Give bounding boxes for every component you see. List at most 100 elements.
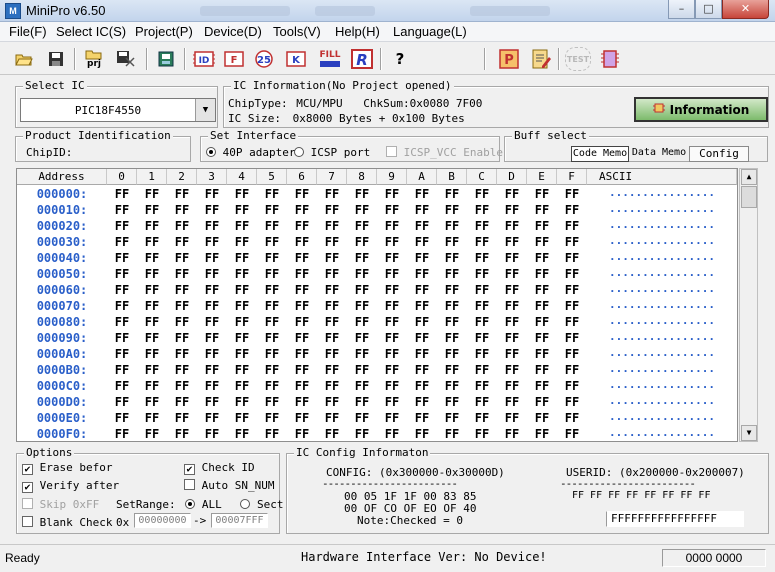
- byte-cell[interactable]: FF: [347, 394, 377, 410]
- byte-cell[interactable]: FF: [527, 186, 557, 202]
- fill-icon[interactable]: FILL: [316, 47, 344, 71]
- byte-cell[interactable]: FF: [287, 426, 317, 441]
- byte-cell[interactable]: FF: [287, 362, 317, 378]
- byte-cell[interactable]: FF: [377, 346, 407, 362]
- byte-cell[interactable]: FF: [527, 250, 557, 266]
- byte-cell[interactable]: FF: [227, 362, 257, 378]
- byte-cell[interactable]: FF: [347, 362, 377, 378]
- byte-cell[interactable]: FF: [347, 410, 377, 426]
- interface-icsp-option[interactable]: ICSP port: [294, 146, 370, 159]
- byte-cell[interactable]: FF: [287, 234, 317, 250]
- byte-cell[interactable]: FF: [287, 346, 317, 362]
- table-row[interactable]: 0000B0: FF FF FF FF FF FF FF FF FF FF FF FF FF FF FF FF.…: [17, 362, 737, 378]
- byte-cell[interactable]: FF: [257, 202, 287, 218]
- byte-cell[interactable]: FF: [527, 362, 557, 378]
- byte-cell[interactable]: FF: [557, 330, 587, 346]
- byte-cell[interactable]: FF: [107, 234, 137, 250]
- vertical-scrollbar[interactable]: ▲ ▼: [739, 168, 758, 442]
- byte-cell[interactable]: FF: [227, 186, 257, 202]
- byte-cell[interactable]: FF: [287, 218, 317, 234]
- byte-cell[interactable]: FF: [167, 346, 197, 362]
- byte-cell[interactable]: FF: [467, 186, 497, 202]
- byte-cell[interactable]: FF: [407, 250, 437, 266]
- byte-cell[interactable]: FF: [107, 218, 137, 234]
- config-tab[interactable]: Config: [689, 146, 749, 162]
- icsp-vcc-checkbox[interactable]: ICSP_VCC Enable: [386, 146, 503, 159]
- checkbox[interactable]: [386, 146, 397, 157]
- table-row[interactable]: 000090: FF FF FF FF FF FF FF FF FF FF FF FF FF FF FF FF.…: [17, 330, 737, 346]
- minimize-button[interactable]: –: [668, 0, 695, 19]
- byte-cell[interactable]: FF: [287, 186, 317, 202]
- byte-cell[interactable]: FF: [347, 426, 377, 441]
- byte-cell[interactable]: FF: [347, 314, 377, 330]
- byte-cell[interactable]: FF: [137, 202, 167, 218]
- program-icon[interactable]: R: [350, 47, 374, 71]
- byte-cell[interactable]: FF: [137, 378, 167, 394]
- read-id-icon[interactable]: ID: [192, 47, 216, 71]
- byte-cell[interactable]: FF: [527, 410, 557, 426]
- auto-sn-checkbox[interactable]: Auto SN_NUM: [184, 479, 274, 492]
- byte-cell[interactable]: FF: [107, 186, 137, 202]
- byte-cell[interactable]: FF: [137, 266, 167, 282]
- table-row[interactable]: 000070: FF FF FF FF FF FF FF FF FF FF FF FF FF FF FF FF.…: [17, 298, 737, 314]
- byte-cell[interactable]: FF: [557, 202, 587, 218]
- byte-cell[interactable]: FF: [137, 218, 167, 234]
- byte-cell[interactable]: FF: [497, 330, 527, 346]
- table-row[interactable]: 000080: FF FF FF FF FF FF FF FF FF FF FF FF FF FF FF FF.…: [17, 314, 737, 330]
- byte-cell[interactable]: FF: [407, 362, 437, 378]
- byte-cell[interactable]: FF: [107, 426, 137, 441]
- ascii-cell[interactable]: ................: [587, 330, 737, 346]
- byte-cell[interactable]: FF: [497, 410, 527, 426]
- byte-cell[interactable]: FF: [317, 266, 347, 282]
- open-project-icon[interactable]: prj: [82, 47, 106, 71]
- ascii-cell[interactable]: ................: [587, 282, 737, 298]
- byte-cell[interactable]: FF: [137, 314, 167, 330]
- byte-cell[interactable]: FF: [467, 362, 497, 378]
- byte-cell[interactable]: FF: [437, 266, 467, 282]
- byte-cell[interactable]: FF: [317, 362, 347, 378]
- byte-cell[interactable]: FF: [197, 378, 227, 394]
- byte-cell[interactable]: FF: [467, 218, 497, 234]
- checkbox-checked[interactable]: ✔: [22, 482, 33, 493]
- byte-cell[interactable]: FF: [437, 202, 467, 218]
- ascii-cell[interactable]: ................: [587, 378, 737, 394]
- byte-cell[interactable]: FF: [197, 410, 227, 426]
- byte-cell[interactable]: FF: [347, 298, 377, 314]
- checkbox-checked[interactable]: ✔: [184, 464, 195, 475]
- ascii-cell[interactable]: ................: [587, 298, 737, 314]
- byte-cell[interactable]: FF: [407, 202, 437, 218]
- byte-cell[interactable]: FF: [497, 298, 527, 314]
- byte-cell[interactable]: FF: [167, 266, 197, 282]
- byte-cell[interactable]: FF: [557, 250, 587, 266]
- menu-language[interactable]: Language(L): [393, 24, 467, 39]
- byte-cell[interactable]: FF: [527, 426, 557, 441]
- byte-cell[interactable]: FF: [377, 218, 407, 234]
- byte-cell[interactable]: FF: [407, 266, 437, 282]
- byte-cell[interactable]: FF: [407, 282, 437, 298]
- byte-cell[interactable]: FF: [467, 378, 497, 394]
- byte-cell[interactable]: FF: [407, 394, 437, 410]
- byte-cell[interactable]: FF: [497, 426, 527, 441]
- byte-cell[interactable]: FF: [227, 218, 257, 234]
- byte-cell[interactable]: FF: [317, 218, 347, 234]
- edit-icon[interactable]: [529, 47, 553, 71]
- byte-cell[interactable]: FF: [257, 426, 287, 441]
- byte-cell[interactable]: FF: [347, 378, 377, 394]
- byte-cell[interactable]: FF: [467, 314, 497, 330]
- menu-device[interactable]: Device(D): [204, 24, 262, 39]
- byte-cell[interactable]: FF: [377, 394, 407, 410]
- userid-field[interactable]: FFFFFFFFFFFFFFFF: [606, 511, 744, 527]
- byte-cell[interactable]: FF: [527, 394, 557, 410]
- byte-cell[interactable]: FF: [137, 186, 167, 202]
- range-end-field[interactable]: 00007FFF: [211, 513, 268, 528]
- byte-cell[interactable]: FF: [287, 266, 317, 282]
- verify-icon[interactable]: K: [284, 47, 308, 71]
- byte-cell[interactable]: FF: [527, 298, 557, 314]
- byte-cell[interactable]: FF: [167, 234, 197, 250]
- byte-cell[interactable]: FF: [557, 234, 587, 250]
- ascii-cell[interactable]: ................: [587, 426, 737, 441]
- byte-cell[interactable]: FF: [137, 330, 167, 346]
- byte-cell[interactable]: FF: [107, 314, 137, 330]
- byte-cell[interactable]: FF: [167, 186, 197, 202]
- checkbox[interactable]: [22, 498, 33, 509]
